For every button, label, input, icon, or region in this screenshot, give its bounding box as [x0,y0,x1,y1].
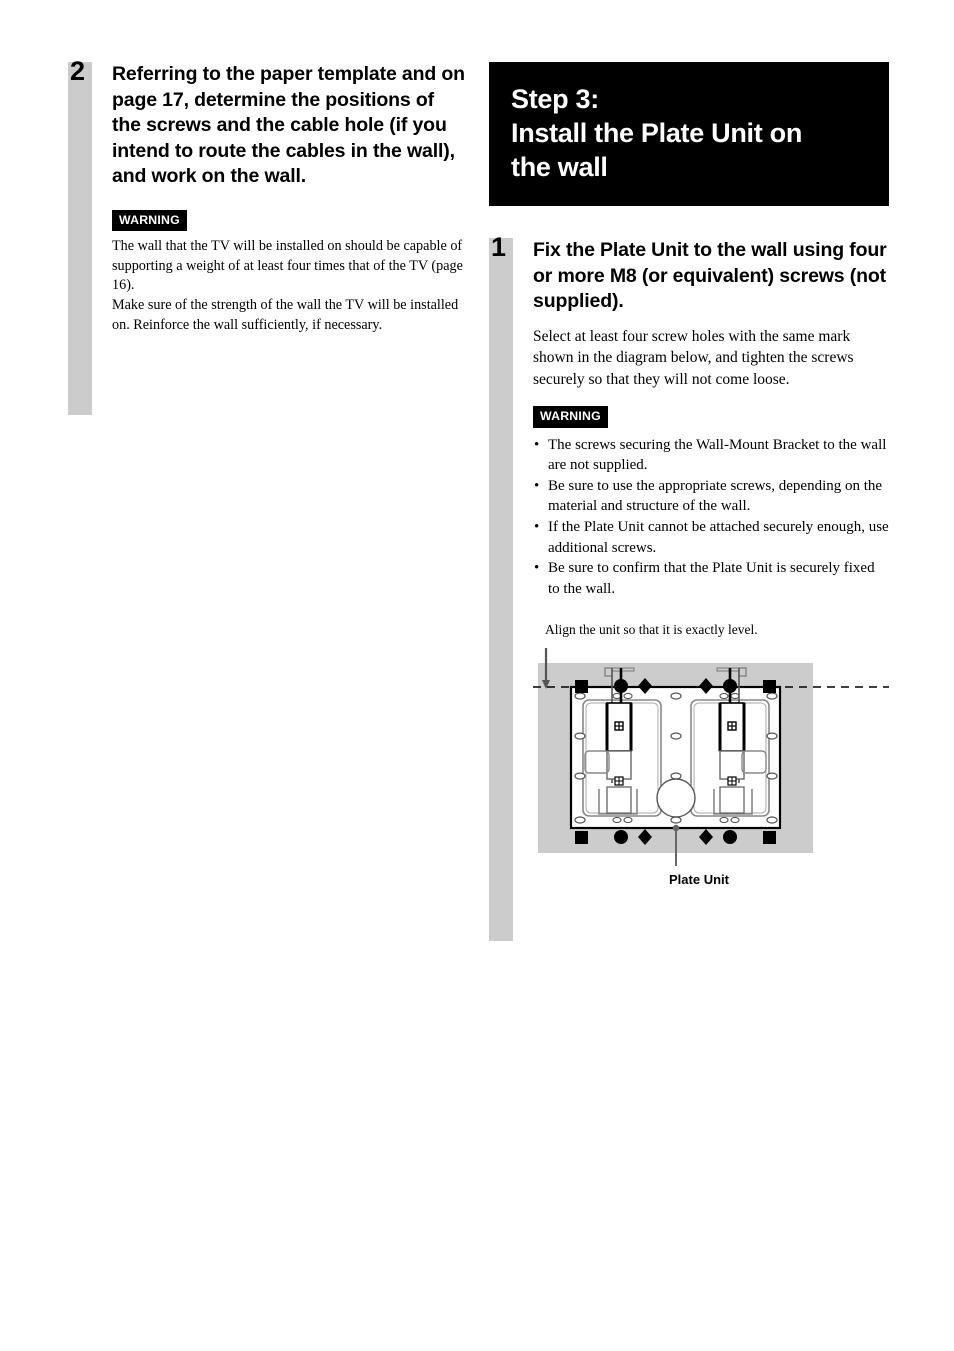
warning-list-item: If the Plate Unit cannot be attached sec… [533,517,889,558]
step-number: 2 [70,56,85,86]
marker-circle-bottom-right [723,830,737,845]
cable-hole [656,778,696,819]
step-body: Referring to the paper template and on p… [112,62,468,335]
warning-badge: WARNING [533,406,608,428]
section-header-banner: Step 3: Install the Plate Unit on the wa… [489,62,889,206]
screw-hole-right-top [766,692,778,700]
screw-hole-left-bottom [574,816,586,824]
warning-list: The screws securing the Wall-Mount Brack… [533,435,889,600]
warning-paragraph-1: The wall that the TV will be installed o… [112,238,463,294]
step-body-text: Select at least four screw holes with th… [533,327,854,388]
screw-hole-center-2 [670,732,682,740]
section-header-line-2: Install the Plate Unit on [511,118,803,148]
screw-hole-left-top [574,692,586,700]
screw-hole-right-bottom [766,816,778,824]
screw-hole-center-1 [670,692,682,700]
diagram-caption: Align the unit so that it is exactly lev… [545,622,758,638]
left-column: 2 Referring to the paper template and on… [68,58,468,415]
plate-unit-label: Plate Unit [669,872,729,888]
step-number-bar [489,238,513,941]
warning-paragraph-2: Make sure of the strength of the wall th… [112,297,459,333]
marker-circle-top-left [614,679,628,694]
screw-hole-pair-br-b [730,817,740,824]
right-column: Step 3: Install the Plate Unit on the wa… [489,62,889,941]
screw-hole-pair-bl-b [623,817,633,824]
step-body: Fix the Plate Unit to the wall using fou… [533,238,889,599]
screw-hole-center-3 [670,772,682,780]
screw-hole-left-lower [574,772,586,780]
step-number: 1 [491,232,506,262]
screw-hole-right-mid [766,732,778,740]
step-heading: Fix the Plate Unit to the wall using fou… [533,239,887,313]
section-header-line-1: Step 3: [511,84,599,114]
screw-hole-pair-tl-b [623,693,633,700]
step-heading: Referring to the paper template and on p… [112,63,465,188]
step-block-2: 2 Referring to the paper template and on… [68,58,468,415]
screw-hole-pair-br-a [719,817,729,824]
step-number-bar [68,62,92,415]
marker-square-bottom-right [763,831,776,845]
screw-hole-pair-tr-a [719,693,729,700]
marker-square-bottom-left [575,831,588,845]
screw-hole-center-4 [670,816,682,824]
warning-list-item: Be sure to confirm that the Plate Unit i… [533,558,889,599]
marker-circle-bottom-left [614,830,628,845]
plate-unit-diagram: Align the unit so that it is exactly lev… [533,621,889,887]
section-header-line-3: the wall [511,152,608,182]
screw-hole-pair-bl-a [612,817,622,824]
marker-square-top-right [763,680,776,694]
warning-badge: WARNING [112,209,187,232]
screw-hole-right-lower [766,772,778,780]
marker-square-top-left [575,680,588,694]
screw-hole-left-mid [574,732,586,740]
warning-list-item: The screws securing the Wall-Mount Brack… [533,435,889,476]
marker-circle-top-right [723,679,737,694]
warning-list-item: Be sure to use the appropriate screws, d… [533,476,889,517]
step-block-1: 1 Fix the Plate Unit to the wall using f… [489,234,889,941]
screw-hole-pair-tr-b [730,693,740,700]
plate-unit-diagram-svg [533,648,889,867]
